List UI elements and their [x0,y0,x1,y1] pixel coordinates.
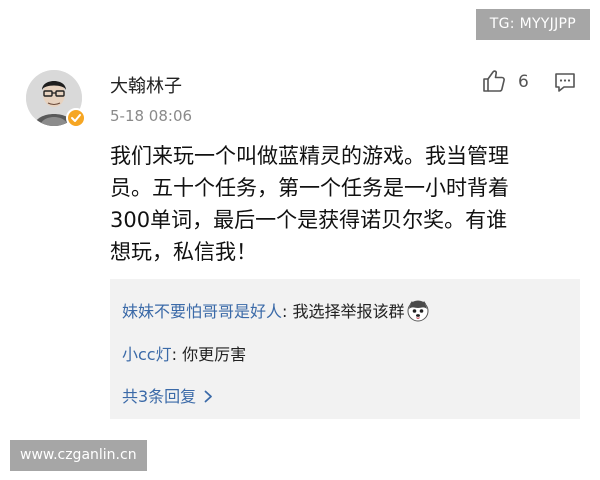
chevron-right-icon [204,388,213,406]
post-body: 我们来玩一个叫做蓝精灵的游戏。我当管理 员。五十个任务，第一个任务是一小时背着 … [110,144,509,264]
reply-author[interactable]: 小cc灯 [122,345,172,364]
reply-item[interactable]: 妹妹不要怕哥哥是好人: 我选择举报该群 [122,298,429,322]
post-timestamp: 5-18 08:06 [110,107,193,125]
verified-badge-icon [66,108,86,128]
watermark-bottom: www.czganlin.cn [10,440,147,471]
more-replies-label: 共3条回复 [122,387,197,406]
reply-separator: : [171,345,183,364]
husky-emoji-icon [407,300,429,322]
like-count: 6 [518,72,529,92]
reply-text: 你更厉害 [182,345,247,364]
weibo-comment-screenshot: TG: MYYJJPP 大翰林子 5-18 08:06 6 我们来玩一个叫做蓝精… [0,0,600,480]
comment-icon[interactable] [553,70,577,94]
reply-text: 我选择举报该群 [292,302,405,321]
thumbs-up-icon[interactable] [481,68,507,94]
reply-section: 妹妹不要怕哥哥是好人: 我选择举报该群 小cc灯: 你更厉害 共3条回复 [110,279,580,419]
reply-separator: : [282,302,293,321]
reply-item[interactable]: 小cc灯: 你更厉害 [122,341,246,365]
more-replies-link[interactable]: 共3条回复 [122,383,213,407]
post-username[interactable]: 大翰林子 [110,72,182,98]
reply-author[interactable]: 妹妹不要怕哥哥是好人 [122,302,282,321]
watermark-top: TG: MYYJJPP [475,9,590,40]
